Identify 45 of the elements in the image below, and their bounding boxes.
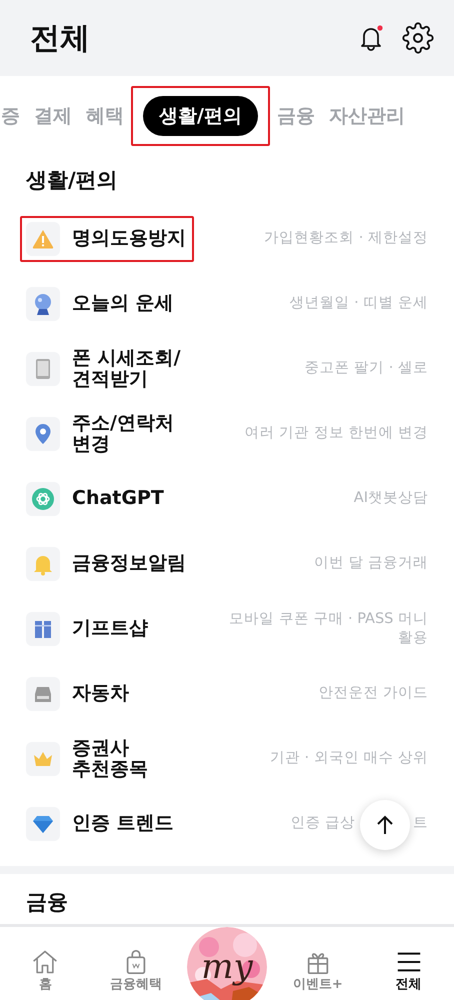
menu-item[interactable]: 금융정보알림 — [20, 540, 194, 586]
settings-icon — [402, 22, 434, 54]
menu-item[interactable]: 기프트샵 — [20, 606, 156, 652]
item-description: 이번 달 금융거래 — [314, 554, 428, 573]
section-title: 금융 — [26, 889, 69, 916]
item-description: 중고폰 팔기 · 셀로 — [304, 359, 428, 378]
nav-tab[interactable]: 홈 — [31, 948, 60, 992]
menu-item[interactable]: 폰 시세조회/ 견적받기 — [20, 342, 189, 396]
menu-item[interactable]: ChatGPT — [20, 476, 172, 522]
item-description: AI챗봇상담 — [354, 489, 428, 508]
item-description: 안전운전 가이드 — [318, 684, 428, 703]
item-name: 기프트샵 — [72, 618, 148, 639]
item-name: 오늘의 운세 — [72, 293, 174, 314]
item-name: 인증 트렌드 — [72, 813, 174, 834]
category-tab[interactable]: 생활/편의 — [143, 96, 258, 136]
menu-item[interactable]: 명의도용방지 — [20, 216, 194, 262]
item-description: 기관 · 외국인 매수 상위 — [270, 749, 428, 768]
nav-tab[interactable]: 전체 — [394, 948, 423, 992]
menu-item[interactable]: 주소/연락처 변경 — [20, 406, 182, 460]
menu-item[interactable]: 증권사 추천종목 — [20, 732, 156, 786]
item-name: ChatGPT — [72, 488, 164, 509]
item-description: 생년월일 · 띠별 운세 — [290, 294, 428, 313]
menu-item[interactable]: 인증 트렌드 — [20, 800, 182, 846]
item-name: 금융정보알림 — [72, 553, 186, 574]
my-button[interactable]: my — [186, 927, 267, 1000]
item-description: 모바일 쿠폰 구매 · PASS 머니 활용 — [229, 610, 428, 648]
settings-button[interactable] — [402, 22, 434, 54]
scroll-to-top-button[interactable] — [360, 800, 410, 850]
item-description: 인증 급상 — [290, 814, 355, 833]
item-name: 자동차 — [72, 683, 129, 704]
section-title: 생활/편의 — [26, 167, 119, 194]
item-description: 트 — [413, 814, 428, 833]
nav-tab[interactable]: 금융혜택 — [110, 948, 162, 992]
item-name: 명의도용방지 — [72, 228, 186, 249]
item-name: 폰 시세조회/ 견적받기 — [72, 348, 181, 390]
item-name: 증권사 추천종목 — [72, 738, 148, 780]
page-title: 전체 — [30, 20, 90, 58]
menu-item[interactable]: 자동차 — [20, 670, 137, 716]
item-description: 여러 기관 정보 한번에 변경 — [244, 424, 428, 443]
item-name: 주소/연락처 변경 — [72, 412, 174, 454]
home-icon — [31, 948, 60, 976]
menu-item[interactable]: 오늘의 운세 — [20, 280, 182, 326]
item-description: 가입현황조회 · 제한설정 — [264, 229, 428, 248]
knot-icon — [31, 486, 55, 510]
nav-tab[interactable]: 이벤트+ — [292, 948, 343, 992]
